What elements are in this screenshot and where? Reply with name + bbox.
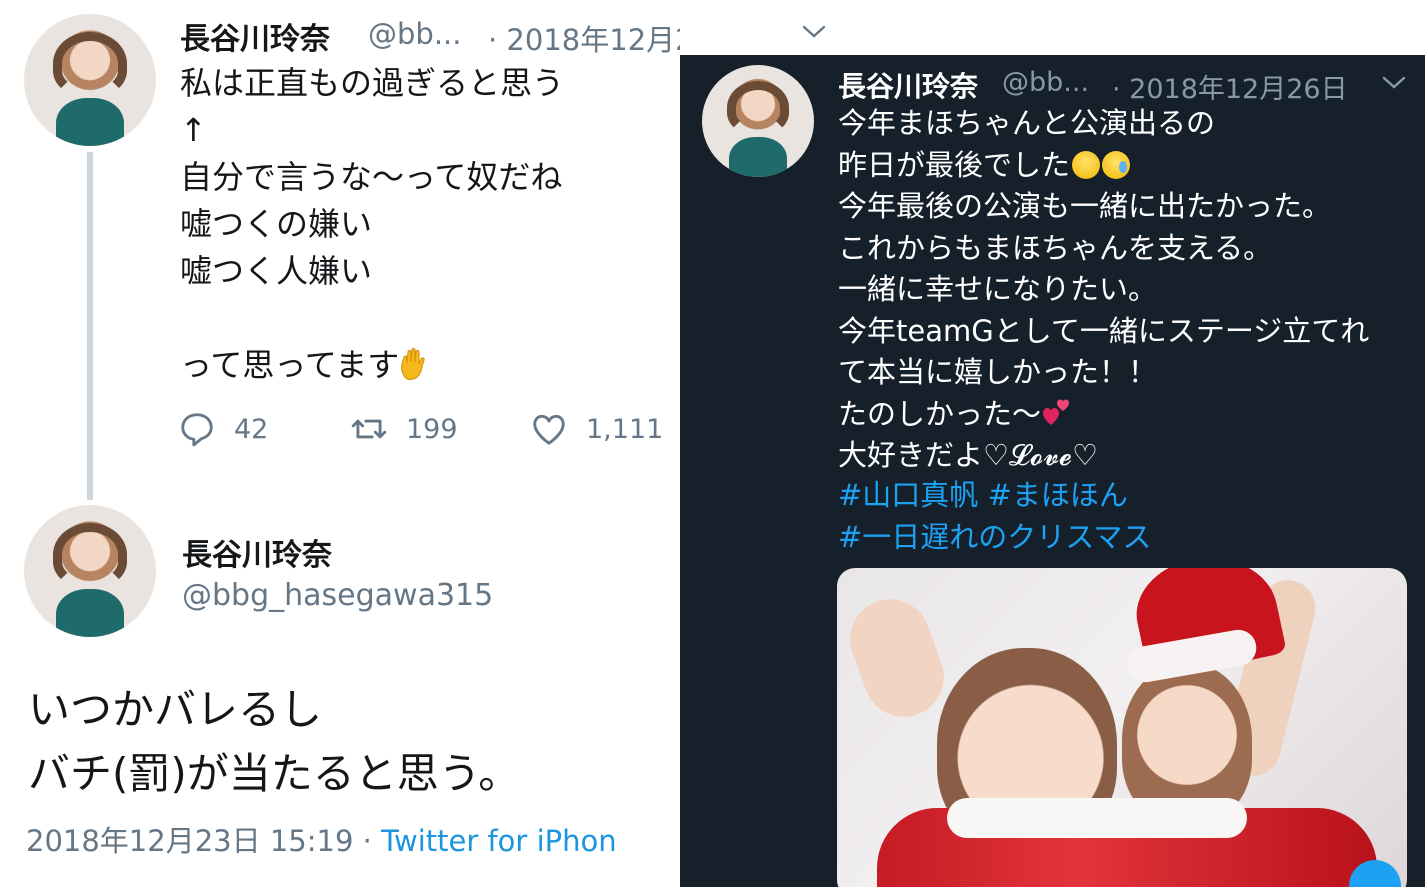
tweet-line: 一緒に幸せになりたい。 (838, 272, 1158, 306)
timestamp-text: 2018年12月23日 15:19 · (26, 824, 382, 858)
tweet-date[interactable]: · 2018年12月23日 (488, 17, 680, 59)
tweet-actions: 42 199 1,111 (178, 410, 678, 454)
like-button[interactable]: 1,111 (530, 410, 663, 448)
avatar[interactable] (24, 14, 156, 146)
author-handle[interactable]: @bb... (1002, 67, 1089, 98)
tweet-line: 今年まほちゃんと公演出るの (838, 106, 1216, 140)
right-tweet: 長谷川玲奈 @bb... · 2018年12月26日 今年まほちゃんと公演出るの… (680, 55, 1425, 887)
tweet-timestamp: 2018年12月23日 15:19 · Twitter for iPhon (26, 818, 617, 860)
author-name[interactable]: 長谷川玲奈 (838, 65, 978, 105)
retweet-count: 199 (406, 413, 458, 445)
thread-connector-line (87, 152, 93, 500)
retweet-button[interactable]: 199 (350, 410, 458, 448)
two-hearts-emoji (1043, 399, 1070, 425)
left-tweet-thread: 長谷川玲奈 @bb... · 2018年12月23日 私は正直もの過ぎると思う … (0, 0, 680, 887)
tweet-text: 私は正直もの過ぎると思う ↑ 自分で言うな〜って奴だね 嘘つくの嫌い 嘘つく人嫌… (180, 64, 565, 384)
author-handle[interactable]: @bb... (368, 17, 461, 51)
avatar[interactable] (24, 505, 156, 637)
tweet-line-text: 昨日が最後でした (838, 147, 1071, 182)
tweet-line: て本当に嬉しかった！！ (838, 355, 1158, 389)
hashtags: #山口真帆 #まほほん #一日遅れのクリスマス (838, 475, 1151, 558)
like-count: 1,111 (586, 413, 664, 445)
tweet-line: これからもまほちゃんを支える。 (838, 230, 1273, 265)
reply-count: 42 (234, 413, 269, 445)
avatar[interactable] (702, 65, 814, 177)
caret-down-icon[interactable] (800, 22, 828, 42)
tweet-line-text: たのしかった〜 (838, 396, 1042, 431)
tweet-body: 今年まほちゃんと公演出るの 昨日が最後でした 今年最後の公演も一緒に出たかった。… (838, 103, 1369, 477)
tweet-line: 昨日が最後でした (838, 145, 1369, 187)
tweet-line: 今年最後の公演も一緒に出たかった。 (838, 189, 1332, 223)
author-name[interactable]: 長谷川玲奈 (182, 530, 332, 574)
hashtag-link[interactable]: #山口真帆 #まほほん (838, 475, 1151, 517)
tweet-line: 今年teamGとして一緒にステージ立てれ (838, 313, 1370, 348)
caret-down-icon[interactable] (1380, 73, 1408, 93)
retweet-icon (351, 419, 387, 439)
tweet-date[interactable]: · 2018年12月26日 (1112, 67, 1348, 106)
reply-icon (181, 413, 213, 447)
tweet-body: いつかバレるし バチ(罰)が当たると思う。 (28, 685, 521, 798)
author-handle[interactable]: @bbg_hasegawa315 (182, 578, 493, 613)
sleepy-emoji (1072, 150, 1101, 179)
raised-hand-emoji (401, 348, 425, 380)
tweet-photo[interactable] (837, 568, 1407, 887)
tweet-line: 大好きだよ♡𝓛𝓸𝓿𝓮♡ (838, 438, 1099, 472)
crying-emoji (1102, 150, 1131, 179)
reply-button[interactable]: 42 (178, 410, 268, 448)
tweet-line: たのしかった〜 (838, 394, 1369, 436)
tweet-body: 私は正直もの過ぎると思う ↑ 自分で言うな〜って奴だね 嘘つくの嫌い 嘘つく人嫌… (180, 60, 564, 389)
source-link[interactable]: Twitter for iPhon (381, 824, 617, 858)
hashtag-link[interactable]: #一日遅れのクリスマス (838, 517, 1151, 559)
like-icon (533, 414, 565, 445)
author-name[interactable]: 長谷川玲奈 (180, 14, 330, 58)
